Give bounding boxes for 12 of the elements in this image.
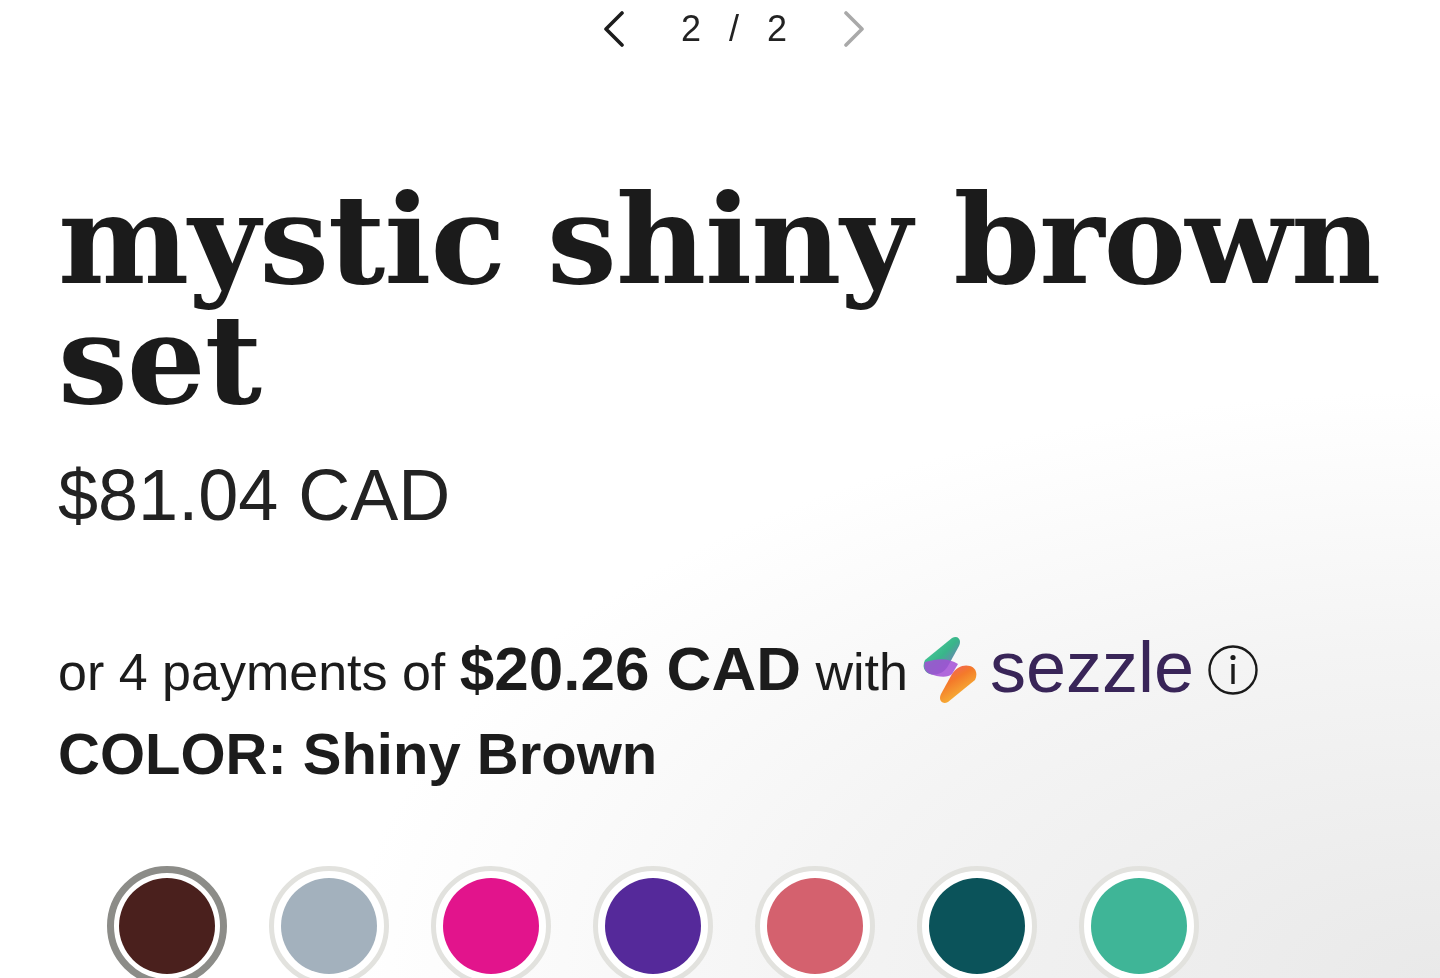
installment-text: or 4 payments of $20.26 CAD with xyxy=(58,633,908,705)
product-price: $81.04 CAD xyxy=(58,454,452,537)
provider-wordmark: sezzle xyxy=(989,627,1194,709)
chevron-right-icon xyxy=(843,11,866,47)
page-counter: 2 / 2 xyxy=(680,7,788,51)
option-label: COLOR: xyxy=(58,720,287,788)
info-icon[interactable] xyxy=(1207,645,1258,695)
previous-button[interactable] xyxy=(602,11,625,47)
option-value: Shiny Brown xyxy=(302,720,658,788)
provider-logo-icon xyxy=(921,636,978,704)
product-title: mystic shiny brown set xyxy=(58,180,1382,420)
chevron-left-icon xyxy=(602,11,625,47)
